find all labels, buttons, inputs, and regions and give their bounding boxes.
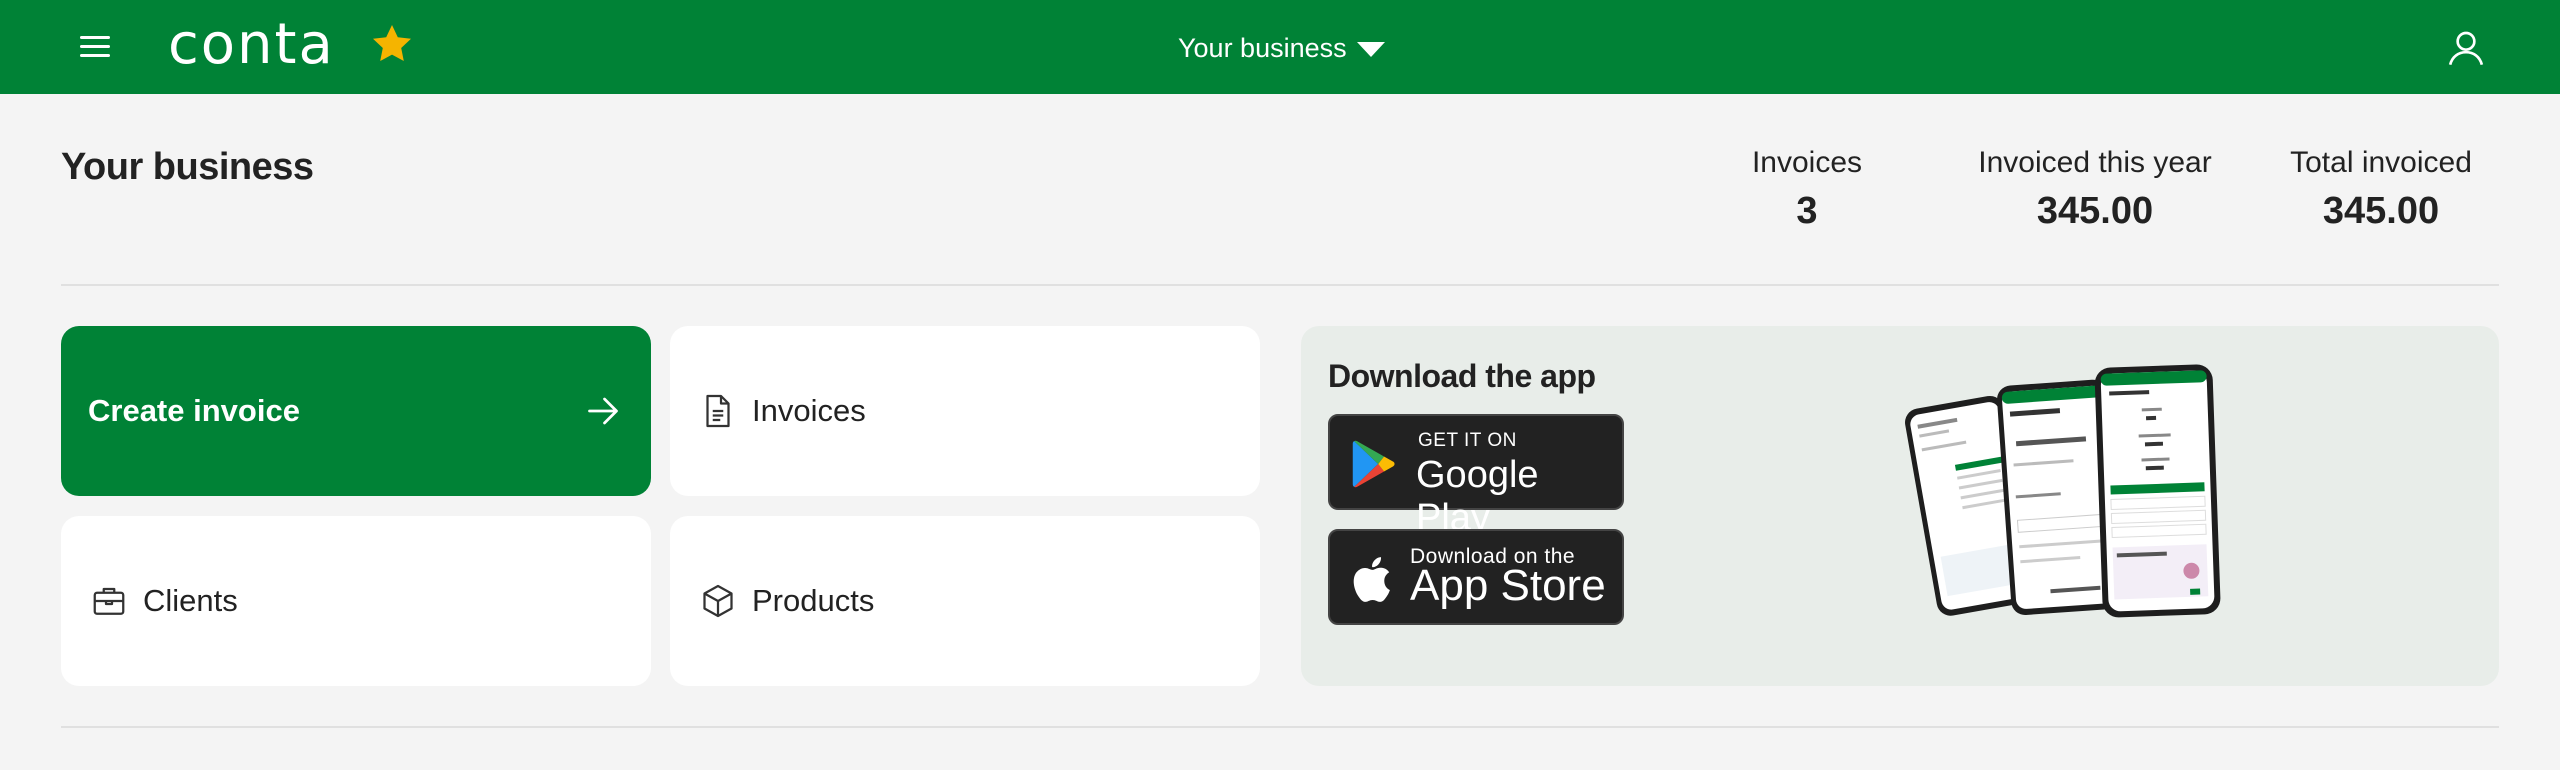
logo[interactable]: conta xyxy=(168,12,335,77)
phones-illustration xyxy=(1905,364,2221,618)
stat-label: Invoiced this year xyxy=(1978,146,2212,179)
top-bar: conta Your business xyxy=(0,0,2560,94)
create-invoice-label: Create invoice xyxy=(88,393,300,428)
products-tile[interactable]: Products xyxy=(670,516,1260,686)
app-store-big: App Store xyxy=(1410,561,1606,610)
stat-invoices: Invoices 3 xyxy=(1712,146,1902,233)
apple-icon xyxy=(1353,557,1390,602)
divider xyxy=(61,284,2499,286)
app-store-button[interactable]: Download on the App Store xyxy=(1328,529,1624,625)
menu-icon[interactable] xyxy=(78,30,112,64)
invoices-label: Invoices xyxy=(752,393,866,428)
stat-value: 345.00 xyxy=(2036,190,2154,232)
download-app-panel: Download the app GET IT ON Google Play D… xyxy=(1301,326,2499,686)
stat-label: Invoices xyxy=(1751,146,1863,179)
caret-down-icon xyxy=(1356,41,1385,57)
user-icon[interactable] xyxy=(2446,28,2486,68)
stat-value: 3 xyxy=(1796,190,1818,232)
stat-label: Total invoiced xyxy=(2290,146,2472,179)
clients-label: Clients xyxy=(143,583,238,618)
divider xyxy=(61,726,2499,728)
box-icon xyxy=(703,584,733,618)
download-app-title: Download the app xyxy=(1328,358,1596,394)
page-title: Your business xyxy=(61,146,314,188)
document-icon xyxy=(706,394,730,428)
stat-total-invoiced: Total invoiced 345.00 xyxy=(2266,146,2496,233)
star-icon[interactable] xyxy=(368,20,416,68)
clients-tile[interactable]: Clients xyxy=(61,516,651,686)
google-play-big: Google Play xyxy=(1416,454,1539,539)
create-invoice-button[interactable]: Create invoice xyxy=(61,326,651,496)
google-play-button[interactable]: GET IT ON Google Play xyxy=(1328,414,1624,539)
google-play-icon xyxy=(1352,440,1395,488)
google-play-small: GET IT ON xyxy=(1418,430,1517,451)
briefcase-icon xyxy=(93,587,125,615)
business-switcher[interactable]: Your business xyxy=(1178,30,1385,66)
invoices-tile[interactable]: Invoices xyxy=(670,326,1260,496)
business-switcher-label: Your business xyxy=(1178,32,1347,63)
arrow-right-icon xyxy=(588,397,618,425)
products-label: Products xyxy=(752,583,875,618)
stat-value: 345.00 xyxy=(2322,190,2440,232)
stat-invoiced-this-year: Invoiced this year 345.00 xyxy=(1960,146,2230,233)
